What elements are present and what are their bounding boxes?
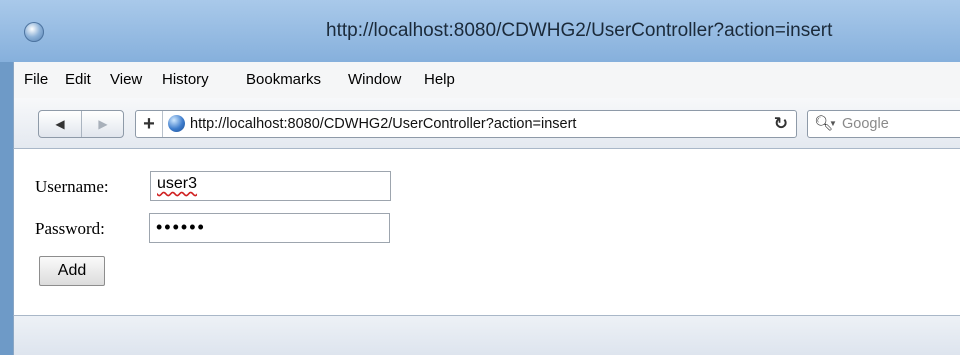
menu-edit[interactable]: Edit xyxy=(65,71,91,88)
navigation-toolbar: ◀ ▶ + http://localhost:8080/CDWHG2/UserC… xyxy=(13,98,960,149)
add-button[interactable]: Add xyxy=(39,256,105,286)
window-title: http://localhost:8080/CDWHG2/UserControl… xyxy=(326,20,833,41)
address-bar[interactable]: + http://localhost:8080/CDWHG2/UserContr… xyxy=(135,110,797,138)
menu-view[interactable]: View xyxy=(110,71,142,88)
browser-window: http://localhost:8080/CDWHG2/UserControl… xyxy=(0,0,960,355)
add-bookmark-button[interactable]: + xyxy=(136,111,163,137)
password-field[interactable]: •••••• xyxy=(149,213,390,243)
globe-icon xyxy=(168,115,185,132)
menu-help[interactable]: Help xyxy=(424,71,455,88)
menu-history[interactable]: History xyxy=(162,71,209,88)
password-mask: •••••• xyxy=(156,217,206,237)
chevron-down-icon[interactable]: ▼ xyxy=(829,119,837,128)
status-bar xyxy=(13,315,960,355)
back-forward-group: ◀ ▶ xyxy=(38,110,124,138)
username-value: user3 xyxy=(157,175,198,192)
menu-bookmarks[interactable]: Bookmarks xyxy=(246,71,321,88)
page-content: Username: user3 Password: •••••• Add xyxy=(13,149,960,315)
username-label: Username: xyxy=(35,177,109,196)
menu-file[interactable]: File xyxy=(24,71,48,88)
title-bar: http://localhost:8080/CDWHG2/UserControl… xyxy=(0,0,960,62)
menu-bar: File Edit View History Bookmarks Window … xyxy=(13,62,960,98)
reload-icon[interactable]: ↻ xyxy=(774,114,788,134)
password-label: Password: xyxy=(35,219,105,238)
back-button[interactable]: ◀ xyxy=(39,111,82,137)
search-bar[interactable]: 🔍︎ ▼ Google xyxy=(807,110,960,138)
username-field[interactable]: user3 xyxy=(150,171,391,201)
url-text[interactable]: http://localhost:8080/CDWHG2/UserControl… xyxy=(190,116,576,132)
forward-button[interactable]: ▶ xyxy=(82,111,124,137)
search-input[interactable]: Google xyxy=(842,116,889,132)
menu-window[interactable]: Window xyxy=(348,71,401,88)
browser-logo-icon xyxy=(24,22,44,42)
